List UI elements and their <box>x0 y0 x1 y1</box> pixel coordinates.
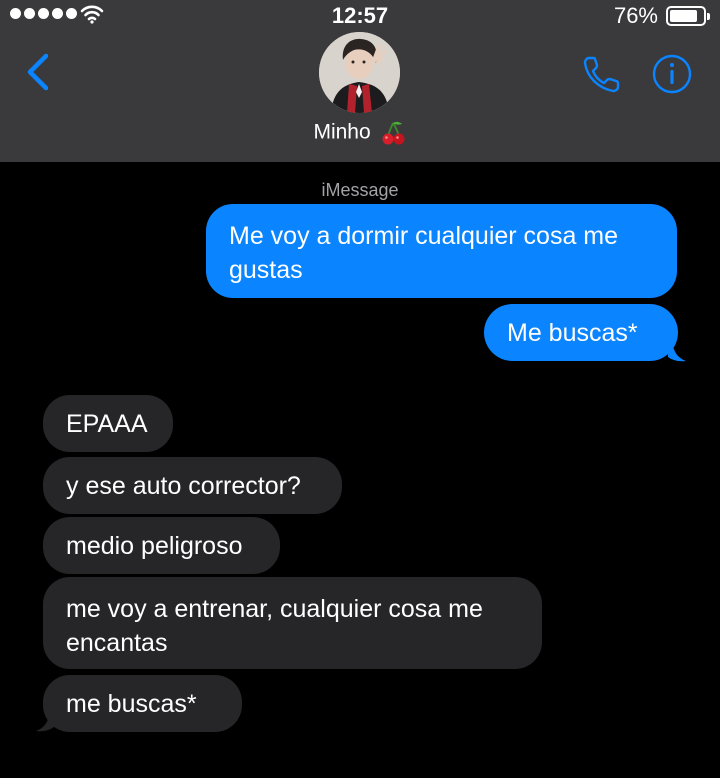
received-message-bubble[interactable]: y ese auto corrector? <box>43 457 342 514</box>
received-message-bubble[interactable]: medio peligroso <box>43 517 280 574</box>
received-message-bubble[interactable]: EPAAA <box>43 395 173 452</box>
battery-percentage: 76% <box>613 3 658 28</box>
received-message-bubble[interactable]: me buscas* <box>43 675 242 732</box>
status-time: 12:57 <box>331 3 389 28</box>
message-text: me buscas* <box>66 690 197 718</box>
message-text: medio peligroso <box>66 532 243 560</box>
sent-message-bubble[interactable]: Me voy a dormir cualquier cosa me gustas <box>206 204 677 298</box>
navigation-header: 12:57 76% Minho <box>0 0 720 162</box>
contact-name: Minho <box>313 120 371 144</box>
service-label: iMessage <box>321 180 399 200</box>
received-bubble-tail <box>36 710 54 732</box>
info-icon[interactable] <box>652 54 692 94</box>
message-text: Me voy a dormir cualquier cosa me gustas <box>229 222 619 284</box>
received-message-bubble[interactable]: me voy a entrenar, cualquier cosa me enc… <box>43 577 542 669</box>
contact-name-label[interactable]: Minho <box>0 120 720 146</box>
message-text: Me buscas* <box>507 319 638 347</box>
sent-bubble-tail <box>668 340 686 362</box>
back-chevron-icon[interactable] <box>20 52 56 92</box>
message-text: EPAAA <box>66 410 148 438</box>
status-bar: 12:57 76% <box>0 0 720 32</box>
battery-icon <box>666 6 710 26</box>
phone-call-icon[interactable] <box>580 52 624 96</box>
contact-avatar[interactable] <box>319 32 400 113</box>
sent-message-bubble[interactable]: Me buscas* <box>484 304 678 361</box>
message-text: me voy a entrenar, cualquier cosa me enc… <box>66 595 483 657</box>
message-text: y ese auto corrector? <box>66 472 301 500</box>
cherries-icon <box>382 121 405 145</box>
